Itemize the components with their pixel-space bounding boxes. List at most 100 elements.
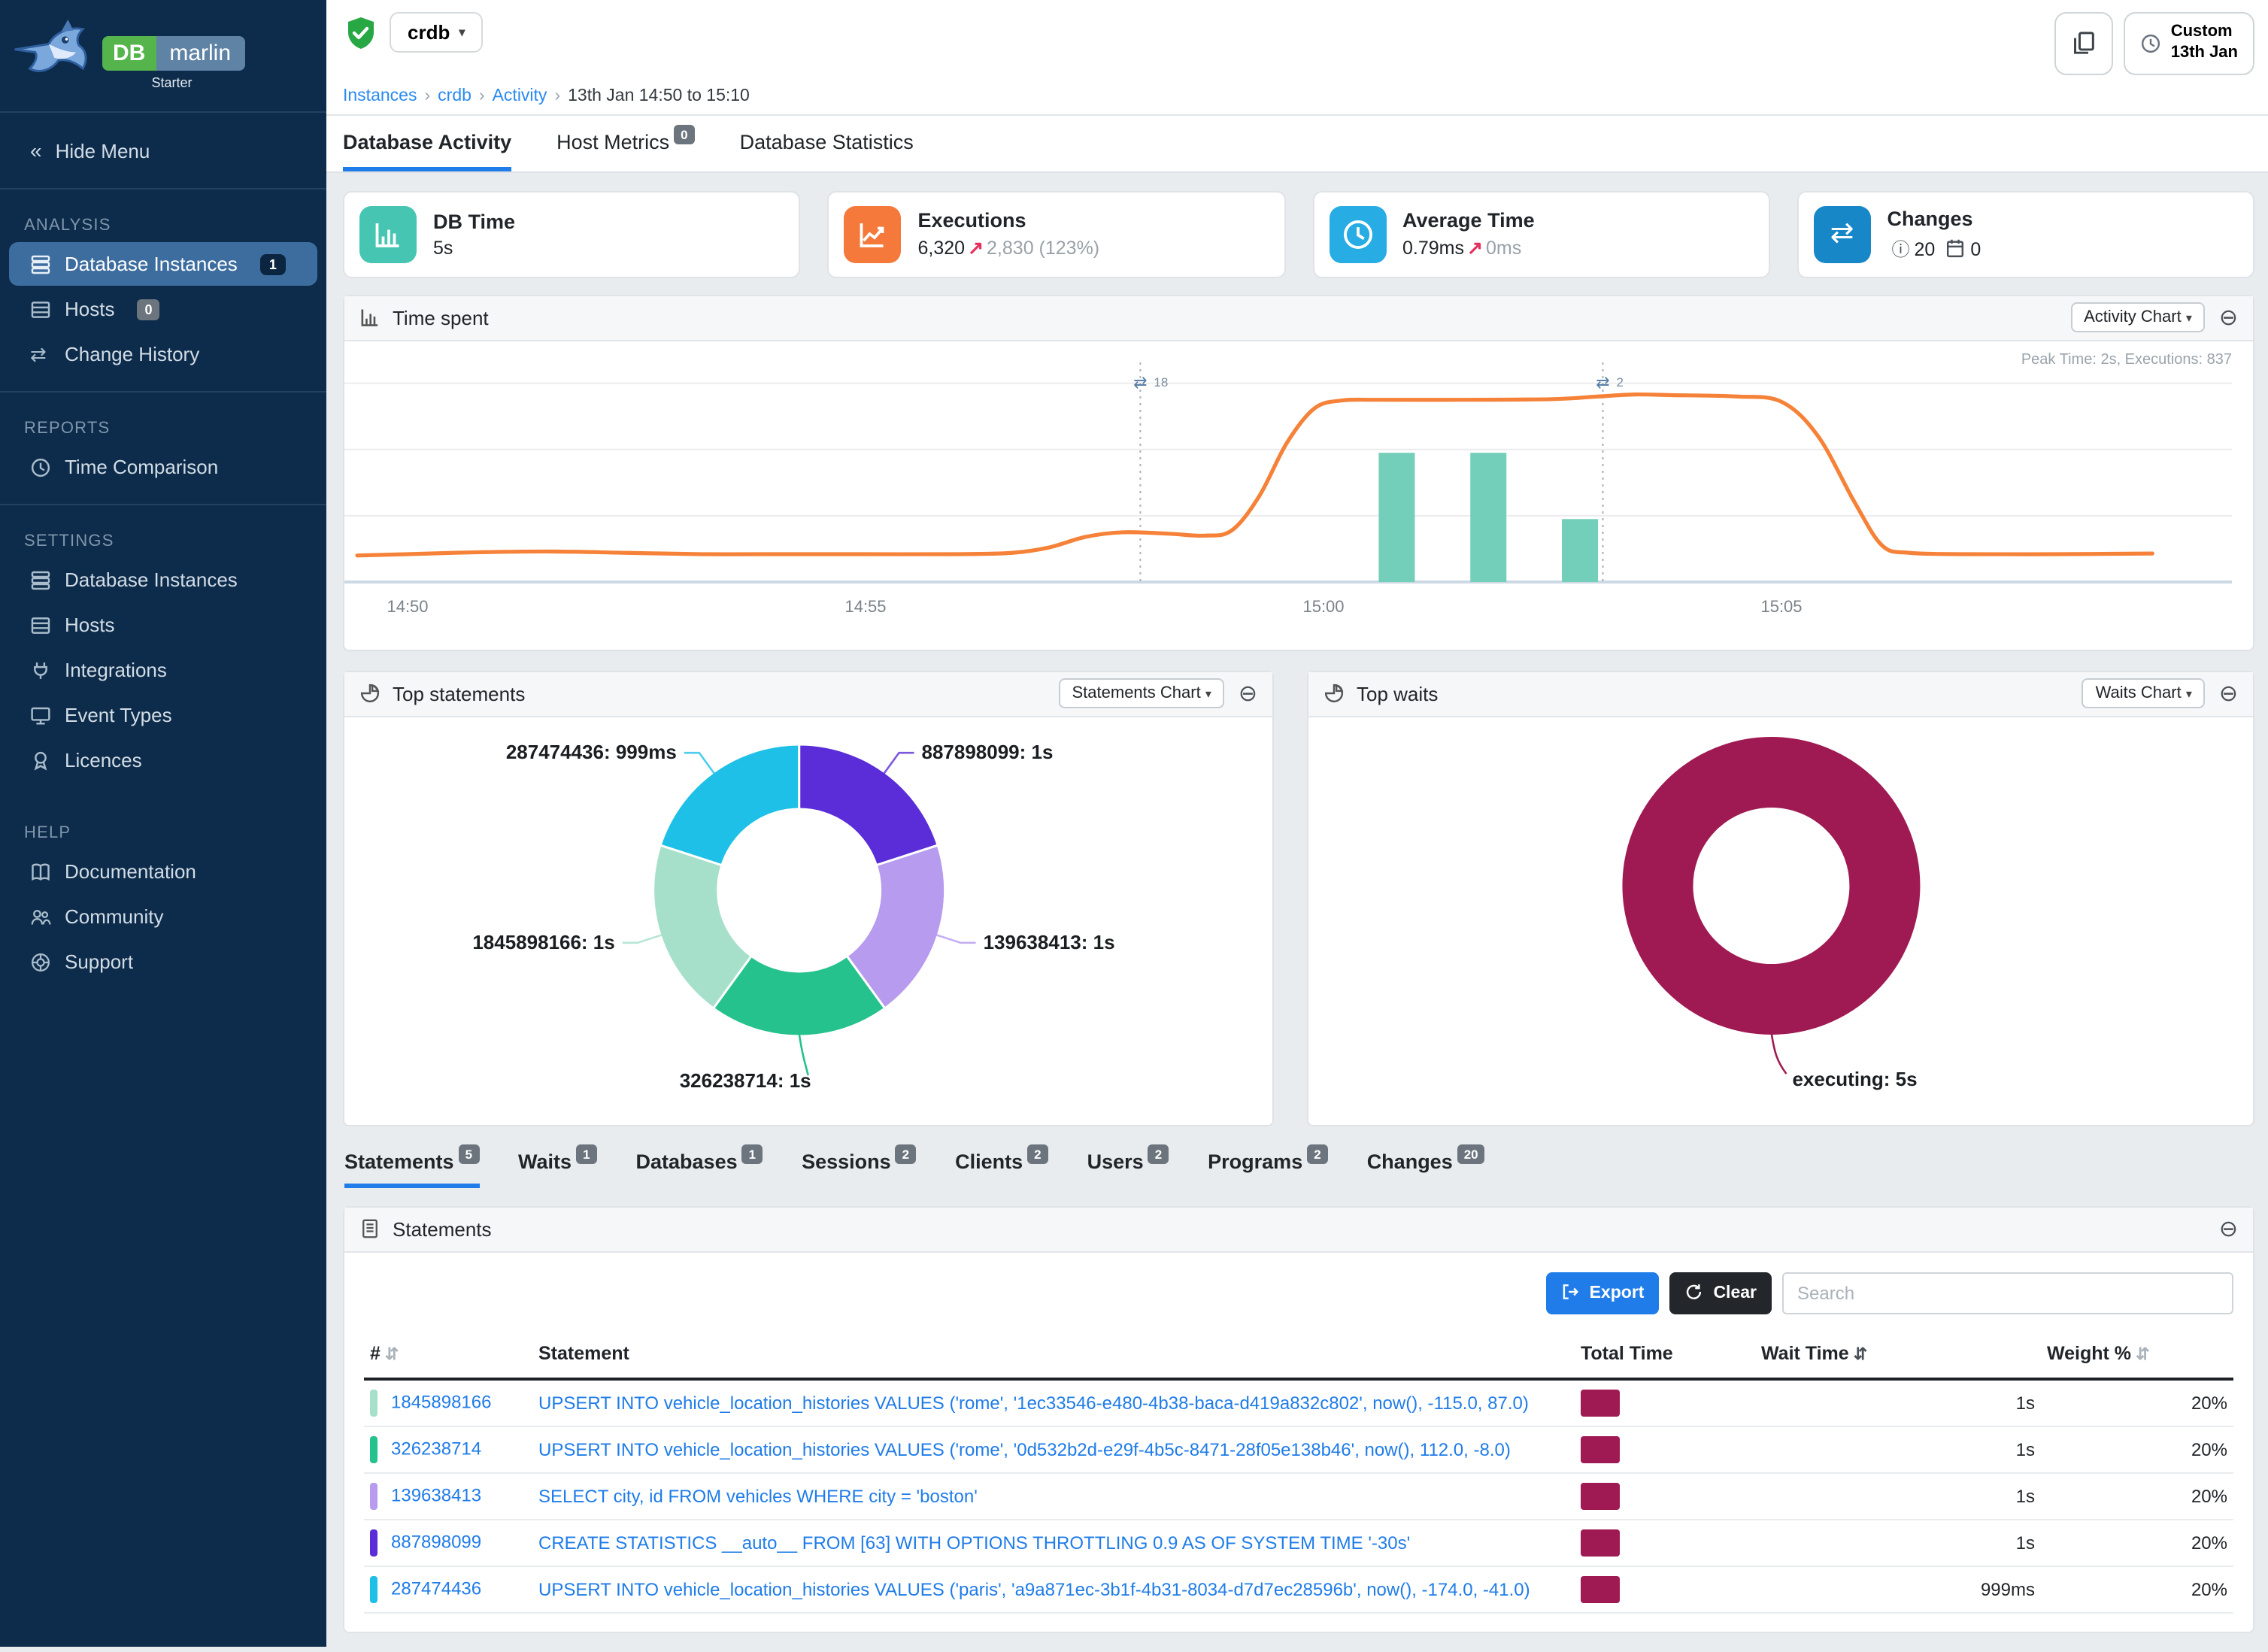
table-row: 326238714 UPSERT INTO vehicle_location_h… <box>364 1426 2233 1472</box>
statement-text-link[interactable]: CREATE STATISTICS __auto__ FROM [63] WIT… <box>538 1532 1410 1553</box>
sidebar-item-event-types[interactable]: Event Types <box>9 693 317 737</box>
sidebar-item-time-comparison[interactable]: Time Comparison <box>9 445 317 489</box>
sidebar-item-change-history[interactable]: ⇄ Change History <box>9 332 317 376</box>
table-row: 287474436 UPSERT INTO vehicle_location_h… <box>364 1566 2233 1612</box>
statement-text-link[interactable]: UPSERT INTO vehicle_location_histories V… <box>538 1438 1511 1460</box>
breadcrumb-activity[interactable]: Activity <box>493 86 547 105</box>
waits-chart-dropdown[interactable]: Waits Chart ▾ <box>2082 678 2206 708</box>
charts-row: Top statements Statements Chart ▾ ⊖ 8878… <box>343 670 2254 1126</box>
statement-id-link[interactable]: 326238714 <box>391 1437 481 1458</box>
info-icon: ⓘ <box>1892 238 1910 259</box>
top-waits-donut[interactable]: executing: 5s <box>1308 717 2253 1117</box>
book-icon <box>30 861 51 882</box>
tab-waits[interactable]: Waits1 <box>518 1150 597 1187</box>
tab-users[interactable]: Users2 <box>1087 1150 1169 1187</box>
calendar-icon <box>1945 237 1966 258</box>
export-button[interactable]: Export <box>1546 1272 1660 1314</box>
divider <box>0 504 326 505</box>
kpi-db-time: DB Time 5s <box>343 190 801 277</box>
sidebar-item-integrations[interactable]: Integrations <box>9 648 317 692</box>
tab-changes[interactable]: Changes20 <box>1367 1150 1485 1187</box>
sidebar-item-settings-database-instances[interactable]: Database Instances <box>9 558 317 602</box>
sidebar-item-documentation[interactable]: Documentation <box>9 850 317 893</box>
sidebar-item-community[interactable]: Community <box>9 895 317 938</box>
table-row: 887898099 CREATE STATISTICS __auto__ FRO… <box>364 1519 2233 1566</box>
count-badge: 1 <box>260 253 286 274</box>
line-chart-icon <box>844 205 902 262</box>
monitor-icon <box>30 705 51 726</box>
sidebar-item-hosts[interactable]: Hosts 0 <box>9 287 317 331</box>
instance-selector[interactable]: crdb ▾ <box>390 12 483 53</box>
column-header-statement[interactable]: Statement <box>532 1332 1575 1378</box>
divider <box>0 188 326 189</box>
copy-link-button[interactable] <box>2055 12 2114 74</box>
column-header-wait-time[interactable]: Wait Time⇵ <box>1755 1332 2041 1378</box>
sort-icon-active: ⇵ <box>1854 1345 1867 1363</box>
tab-sessions[interactable]: Sessions2 <box>802 1150 916 1187</box>
export-icon <box>1561 1282 1582 1303</box>
kpi-executions: Executions 6,320↗2,830 (123%) <box>828 190 1286 277</box>
statement-color-chip <box>370 1529 377 1556</box>
bar-chart-icon <box>359 205 417 262</box>
sidebar-item-database-instances[interactable]: Database Instances 1 <box>9 242 317 286</box>
wait-time-value: 1s <box>1755 1426 2041 1472</box>
svg-text:139638413: 1s: 139638413: 1s <box>984 930 1115 953</box>
clear-button[interactable]: Clear <box>1669 1272 1772 1314</box>
time-range-button[interactable]: Custom 13th Jan <box>2124 12 2254 74</box>
content: DB Time 5s Executions 6,320↗2,830 (123%)… <box>326 172 2268 1652</box>
column-header-total-time[interactable]: Total Time <box>1575 1332 1755 1378</box>
tab-programs[interactable]: Programs2 <box>1208 1150 1328 1187</box>
statement-id-link[interactable]: 139638413 <box>391 1484 481 1505</box>
search-input[interactable] <box>1782 1272 2233 1314</box>
statement-text-link[interactable]: UPSERT INTO vehicle_location_histories V… <box>538 1392 1529 1413</box>
sidebar-item-support[interactable]: Support <box>9 940 317 984</box>
collapse-panel-icon[interactable]: ⊖ <box>2219 306 2238 329</box>
statement-color-chip <box>370 1435 377 1463</box>
tab-database-activity[interactable]: Database Activity <box>343 130 511 171</box>
kpi-value: 6,320 <box>918 238 966 259</box>
collapse-panel-icon[interactable]: ⊖ <box>2219 1217 2238 1240</box>
statements-chart-dropdown[interactable]: Statements Chart ▾ <box>1059 678 1225 708</box>
svg-text:326238714: 1s: 326238714: 1s <box>680 1068 811 1091</box>
sync-arrows-icon: ⇄ <box>1814 205 1871 262</box>
tab-databases[interactable]: Databases1 <box>636 1150 763 1187</box>
breadcrumb-instances[interactable]: Instances <box>343 86 417 105</box>
tab-clients[interactable]: Clients2 <box>955 1150 1048 1187</box>
list-icon <box>359 1218 381 1239</box>
collapse-panel-icon[interactable]: ⊖ <box>1239 682 1257 705</box>
tab-statements[interactable]: Statements5 <box>344 1150 479 1187</box>
top-statements-donut[interactable]: 887898099: 1s139638413: 1s326238714: 1s1… <box>344 717 1272 1117</box>
statements-table-panel: Statements ⊖ Export Clear <box>343 1205 2254 1632</box>
kpi-delta: 2,830 (123%) <box>987 238 1099 259</box>
svg-text:887898099: 1s: 887898099: 1s <box>921 740 1053 762</box>
svg-text:18: 18 <box>1154 374 1168 389</box>
statement-id-link[interactable]: 1845898166 <box>391 1390 492 1411</box>
time-spent-chart[interactable]: ⇄18⇄214:5014:5515:0015:05 <box>344 341 2232 641</box>
pie-chart-icon <box>1324 683 1345 704</box>
statement-text-link[interactable]: UPSERT INTO vehicle_location_histories V… <box>538 1578 1530 1599</box>
clock-icon <box>30 456 51 477</box>
activity-chart-dropdown[interactable]: Activity Chart ▾ <box>2070 302 2206 332</box>
total-time-bar <box>1581 1389 1620 1416</box>
kpi-value: 0.79ms <box>1402 238 1464 259</box>
breadcrumb-crdb[interactable]: crdb <box>438 86 471 105</box>
chevron-down-icon: ▾ <box>1205 687 1211 701</box>
statement-id-link[interactable]: 887898099 <box>391 1530 481 1551</box>
section-label-settings: SETTINGS <box>0 520 326 556</box>
tab-database-statistics[interactable]: Database Statistics <box>740 130 914 171</box>
column-header-weight[interactable]: Weight %⇵ <box>2041 1332 2233 1378</box>
collapse-panel-icon[interactable]: ⊖ <box>2219 682 2238 705</box>
trend-up-icon: ↗ <box>968 238 984 259</box>
column-header-id[interactable]: #⇵ <box>364 1332 532 1378</box>
hide-menu-button[interactable]: « Hide Menu <box>9 128 317 173</box>
copy-icon <box>2072 31 2097 56</box>
tab-host-metrics[interactable]: Host Metrics0 <box>556 130 695 171</box>
sidebar-item-licences[interactable]: Licences <box>9 738 317 782</box>
chevron-down-icon: ▾ <box>2186 311 2192 325</box>
clock-icon <box>1329 205 1386 262</box>
statement-text-link[interactable]: SELECT city, id FROM vehicles WHERE city… <box>538 1485 978 1506</box>
divider <box>0 111 326 113</box>
panel-title: Statements <box>393 1217 492 1240</box>
sidebar-item-settings-hosts[interactable]: Hosts <box>9 603 317 647</box>
statement-id-link[interactable]: 287474436 <box>391 1577 481 1598</box>
